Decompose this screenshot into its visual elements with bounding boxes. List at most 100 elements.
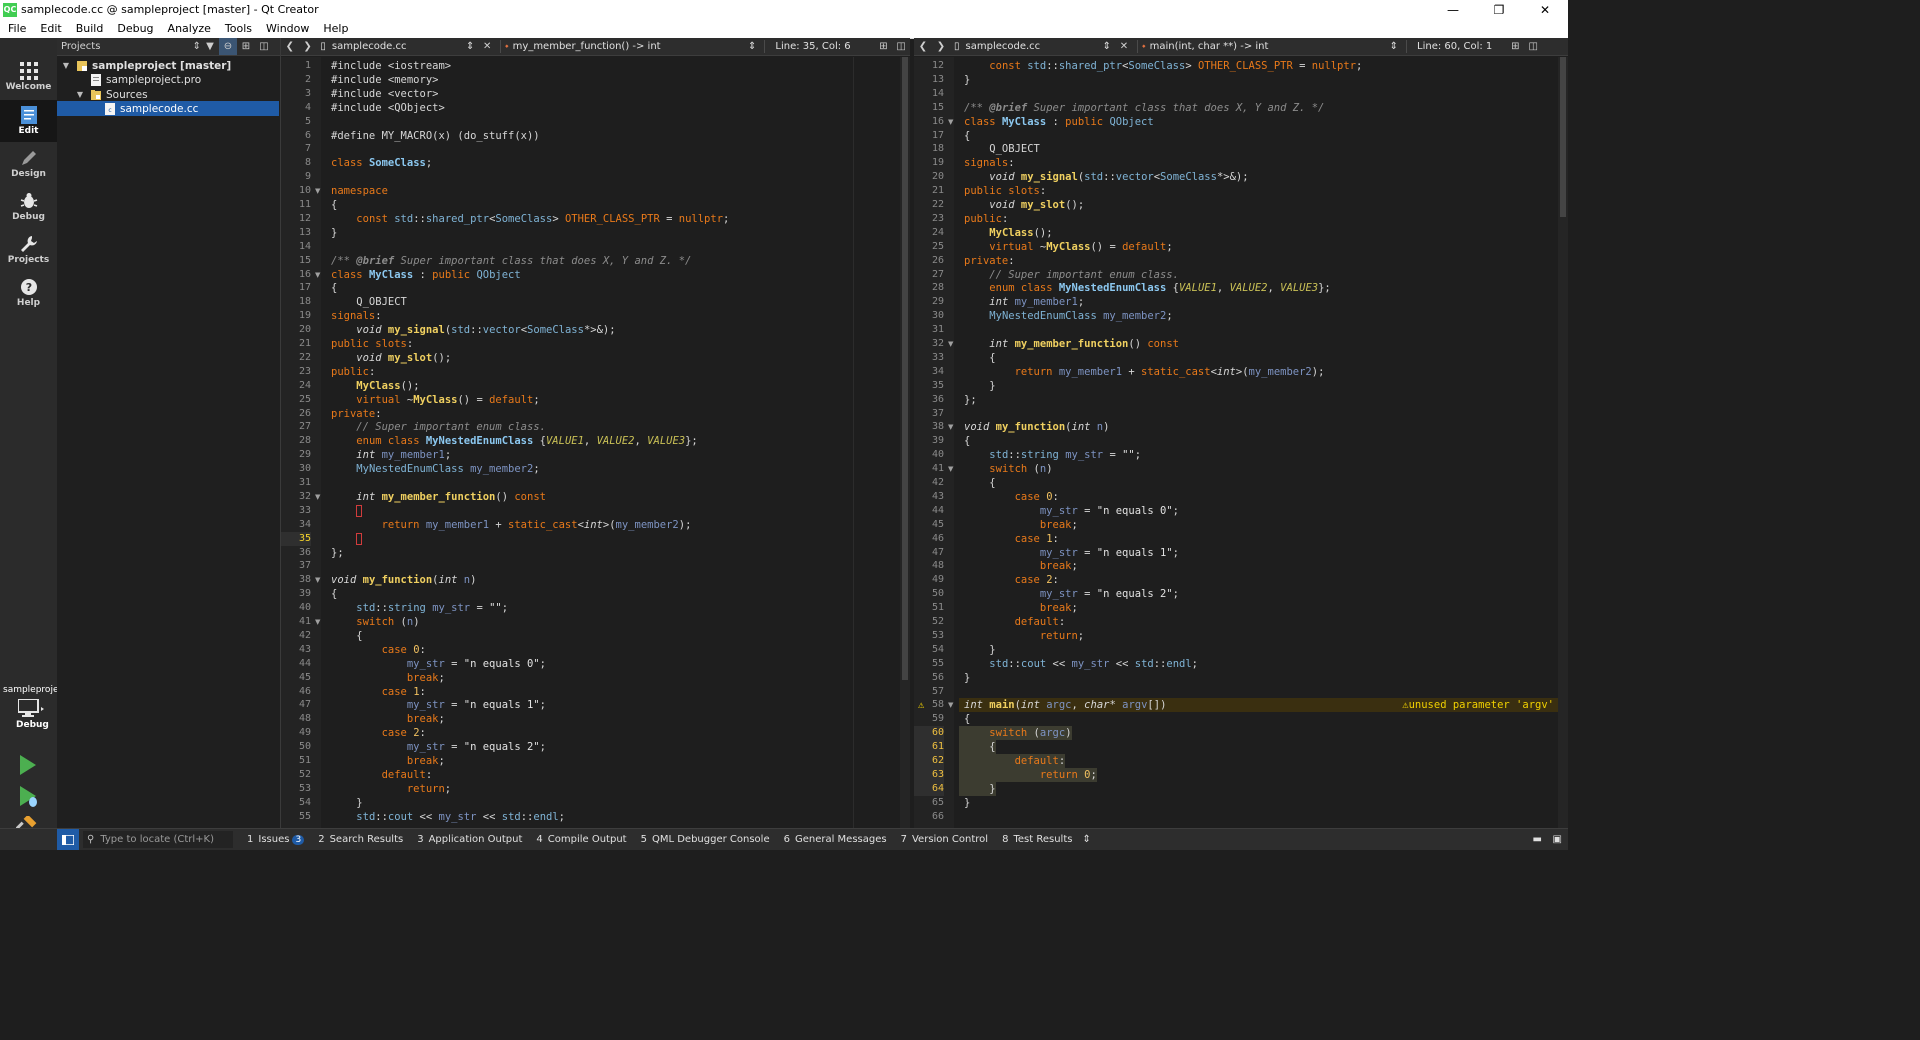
back-arrow-icon[interactable]: ❮: [914, 41, 932, 52]
line-number[interactable]: 30: [281, 462, 311, 476]
line-number[interactable]: 23: [281, 365, 311, 379]
menu-debug[interactable]: Debug: [109, 22, 159, 35]
code-line[interactable]: public:: [331, 365, 375, 379]
code-line[interactable]: break;: [964, 601, 1078, 615]
code-line[interactable]: const std::shared_ptr<SomeClass> OTHER_C…: [964, 59, 1362, 73]
line-number[interactable]: 19: [281, 309, 311, 323]
line-number[interactable]: 50: [914, 587, 944, 601]
line-number[interactable]: 55: [281, 810, 311, 824]
document-selector[interactable]: ▯ samplecode.cc ⇕: [316, 41, 478, 52]
code-line[interactable]: #include <memory>: [331, 73, 438, 87]
scrollbar-thumb[interactable]: [902, 57, 908, 680]
code-line[interactable]: class MyClass : public QObject: [331, 268, 521, 282]
fold-marker-icon[interactable]: ▼: [315, 184, 323, 198]
cursor-position[interactable]: Line: 60, Col: 1: [1417, 41, 1492, 52]
line-number[interactable]: 3: [281, 87, 311, 101]
line-number[interactable]: 64: [914, 781, 944, 796]
line-number[interactable]: 22: [281, 351, 311, 365]
code-line[interactable]: {: [964, 476, 995, 490]
code-line[interactable]: case 2:: [964, 573, 1059, 587]
code-line[interactable]: enum class MyNestedEnumClass {VALUE1, VA…: [331, 434, 697, 448]
fold-marker-icon[interactable]: ▼: [948, 420, 956, 434]
code-line[interactable]: int my_member1;: [331, 448, 451, 462]
menu-file[interactable]: File: [0, 22, 32, 35]
line-number[interactable]: 15: [281, 254, 311, 268]
line-number[interactable]: 44: [914, 504, 944, 518]
line-number[interactable]: 16: [281, 268, 311, 282]
split-editor-icon[interactable]: ⊞: [875, 41, 893, 52]
line-number[interactable]: 59: [914, 712, 944, 726]
maximize-pane-icon[interactable]: ▣: [1553, 834, 1562, 845]
code-line[interactable]: void my_slot();: [964, 198, 1084, 212]
output-pane-toggle-icon[interactable]: ▬: [1533, 834, 1542, 845]
code-line[interactable]: int my_member_function() const: [331, 490, 546, 504]
expand-arrow-icon[interactable]: ▼: [75, 90, 85, 99]
line-number[interactable]: 45: [914, 518, 944, 532]
code-line[interactable]: #include <vector>: [331, 87, 438, 101]
code-line[interactable]: void my_signal(std::vector<SomeClass*>&)…: [964, 170, 1248, 184]
mode-projects[interactable]: Projects: [0, 229, 57, 271]
fold-marker-icon[interactable]: ▼: [948, 337, 956, 351]
mode-debug[interactable]: Debug: [0, 186, 57, 228]
line-number[interactable]: 14: [914, 87, 944, 101]
split-editor-icon[interactable]: ⊞: [1506, 41, 1524, 52]
output-pane-tab-8[interactable]: 8 Test Results: [1002, 834, 1072, 845]
line-number[interactable]: 21: [914, 184, 944, 198]
code-line[interactable]: }: [964, 796, 970, 810]
line-number[interactable]: 8: [281, 156, 311, 170]
code-line[interactable]: std::string my_str = "";: [964, 448, 1141, 462]
line-number[interactable]: 18: [281, 295, 311, 309]
line-number[interactable]: 41: [914, 462, 944, 476]
line-number[interactable]: 32: [281, 490, 311, 504]
line-number[interactable]: 25: [281, 393, 311, 407]
code-line[interactable]: {: [331, 281, 337, 295]
code-line[interactable]: case 0:: [331, 643, 426, 657]
code-line[interactable]: my_str = "n equals 0";: [331, 657, 546, 671]
code-line[interactable]: #define MY_MACRO(x) (do_stuff(x)): [331, 129, 540, 143]
output-pane-tab-6[interactable]: 6 General Messages: [784, 834, 887, 845]
pane-view-selector[interactable]: Projects ⇕: [57, 41, 201, 52]
line-number[interactable]: 57: [914, 685, 944, 699]
code-line[interactable]: return 0;: [959, 767, 1097, 782]
tree-item-samplecode[interactable]: c samplecode.cc: [57, 101, 279, 116]
code-line[interactable]: signals:: [964, 156, 1015, 170]
code-line[interactable]: break;: [331, 671, 445, 685]
line-number[interactable]: 18: [914, 142, 944, 156]
line-number[interactable]: 52: [914, 615, 944, 629]
line-number[interactable]: 65: [914, 796, 944, 810]
scrollbar-thumb[interactable]: [1560, 57, 1566, 217]
line-number[interactable]: 50: [281, 740, 311, 754]
warning-icon[interactable]: ⚠: [918, 698, 924, 712]
line-number[interactable]: 35: [914, 379, 944, 393]
code-line[interactable]: const std::shared_ptr<SomeClass> OTHER_C…: [331, 212, 729, 226]
code-line[interactable]: break;: [331, 754, 445, 768]
code-line[interactable]: default:: [964, 615, 1066, 629]
line-number[interactable]: 36: [914, 393, 944, 407]
output-pane-tab-4[interactable]: 4 Compile Output: [536, 834, 626, 845]
line-number[interactable]: 24: [281, 379, 311, 393]
code-line[interactable]: {: [964, 129, 970, 143]
fold-marker-icon[interactable]: ▼: [948, 462, 956, 476]
line-number[interactable]: 49: [281, 726, 311, 740]
line-number[interactable]: 17: [914, 129, 944, 143]
line-number[interactable]: 31: [914, 323, 944, 337]
code-line[interactable]: class MyClass : public QObject: [964, 115, 1154, 129]
code-line[interactable]: };: [331, 546, 344, 560]
line-number[interactable]: 53: [914, 629, 944, 643]
code-line[interactable]: /** @brief Super important class that do…: [331, 254, 691, 268]
code-line[interactable]: private:: [964, 254, 1015, 268]
code-line[interactable]: my_str = "n equals 2";: [964, 587, 1179, 601]
code-line[interactable]: std::cout << my_str << std::endl;: [331, 810, 565, 824]
code-line[interactable]: [331, 504, 363, 518]
line-number[interactable]: 38: [914, 420, 944, 434]
line-number[interactable]: 7: [281, 142, 311, 156]
code-line[interactable]: {: [964, 712, 970, 726]
code-line[interactable]: my_str = "n equals 0";: [964, 504, 1179, 518]
vertical-scrollbar[interactable]: [1558, 57, 1568, 828]
code-line[interactable]: {: [331, 587, 337, 601]
fold-marker-icon[interactable]: ▼: [315, 615, 323, 629]
line-number[interactable]: 28: [281, 434, 311, 448]
line-number[interactable]: 52: [281, 768, 311, 782]
code-line[interactable]: /** @brief Super important class that do…: [964, 101, 1324, 115]
line-number[interactable]: 26: [281, 407, 311, 421]
